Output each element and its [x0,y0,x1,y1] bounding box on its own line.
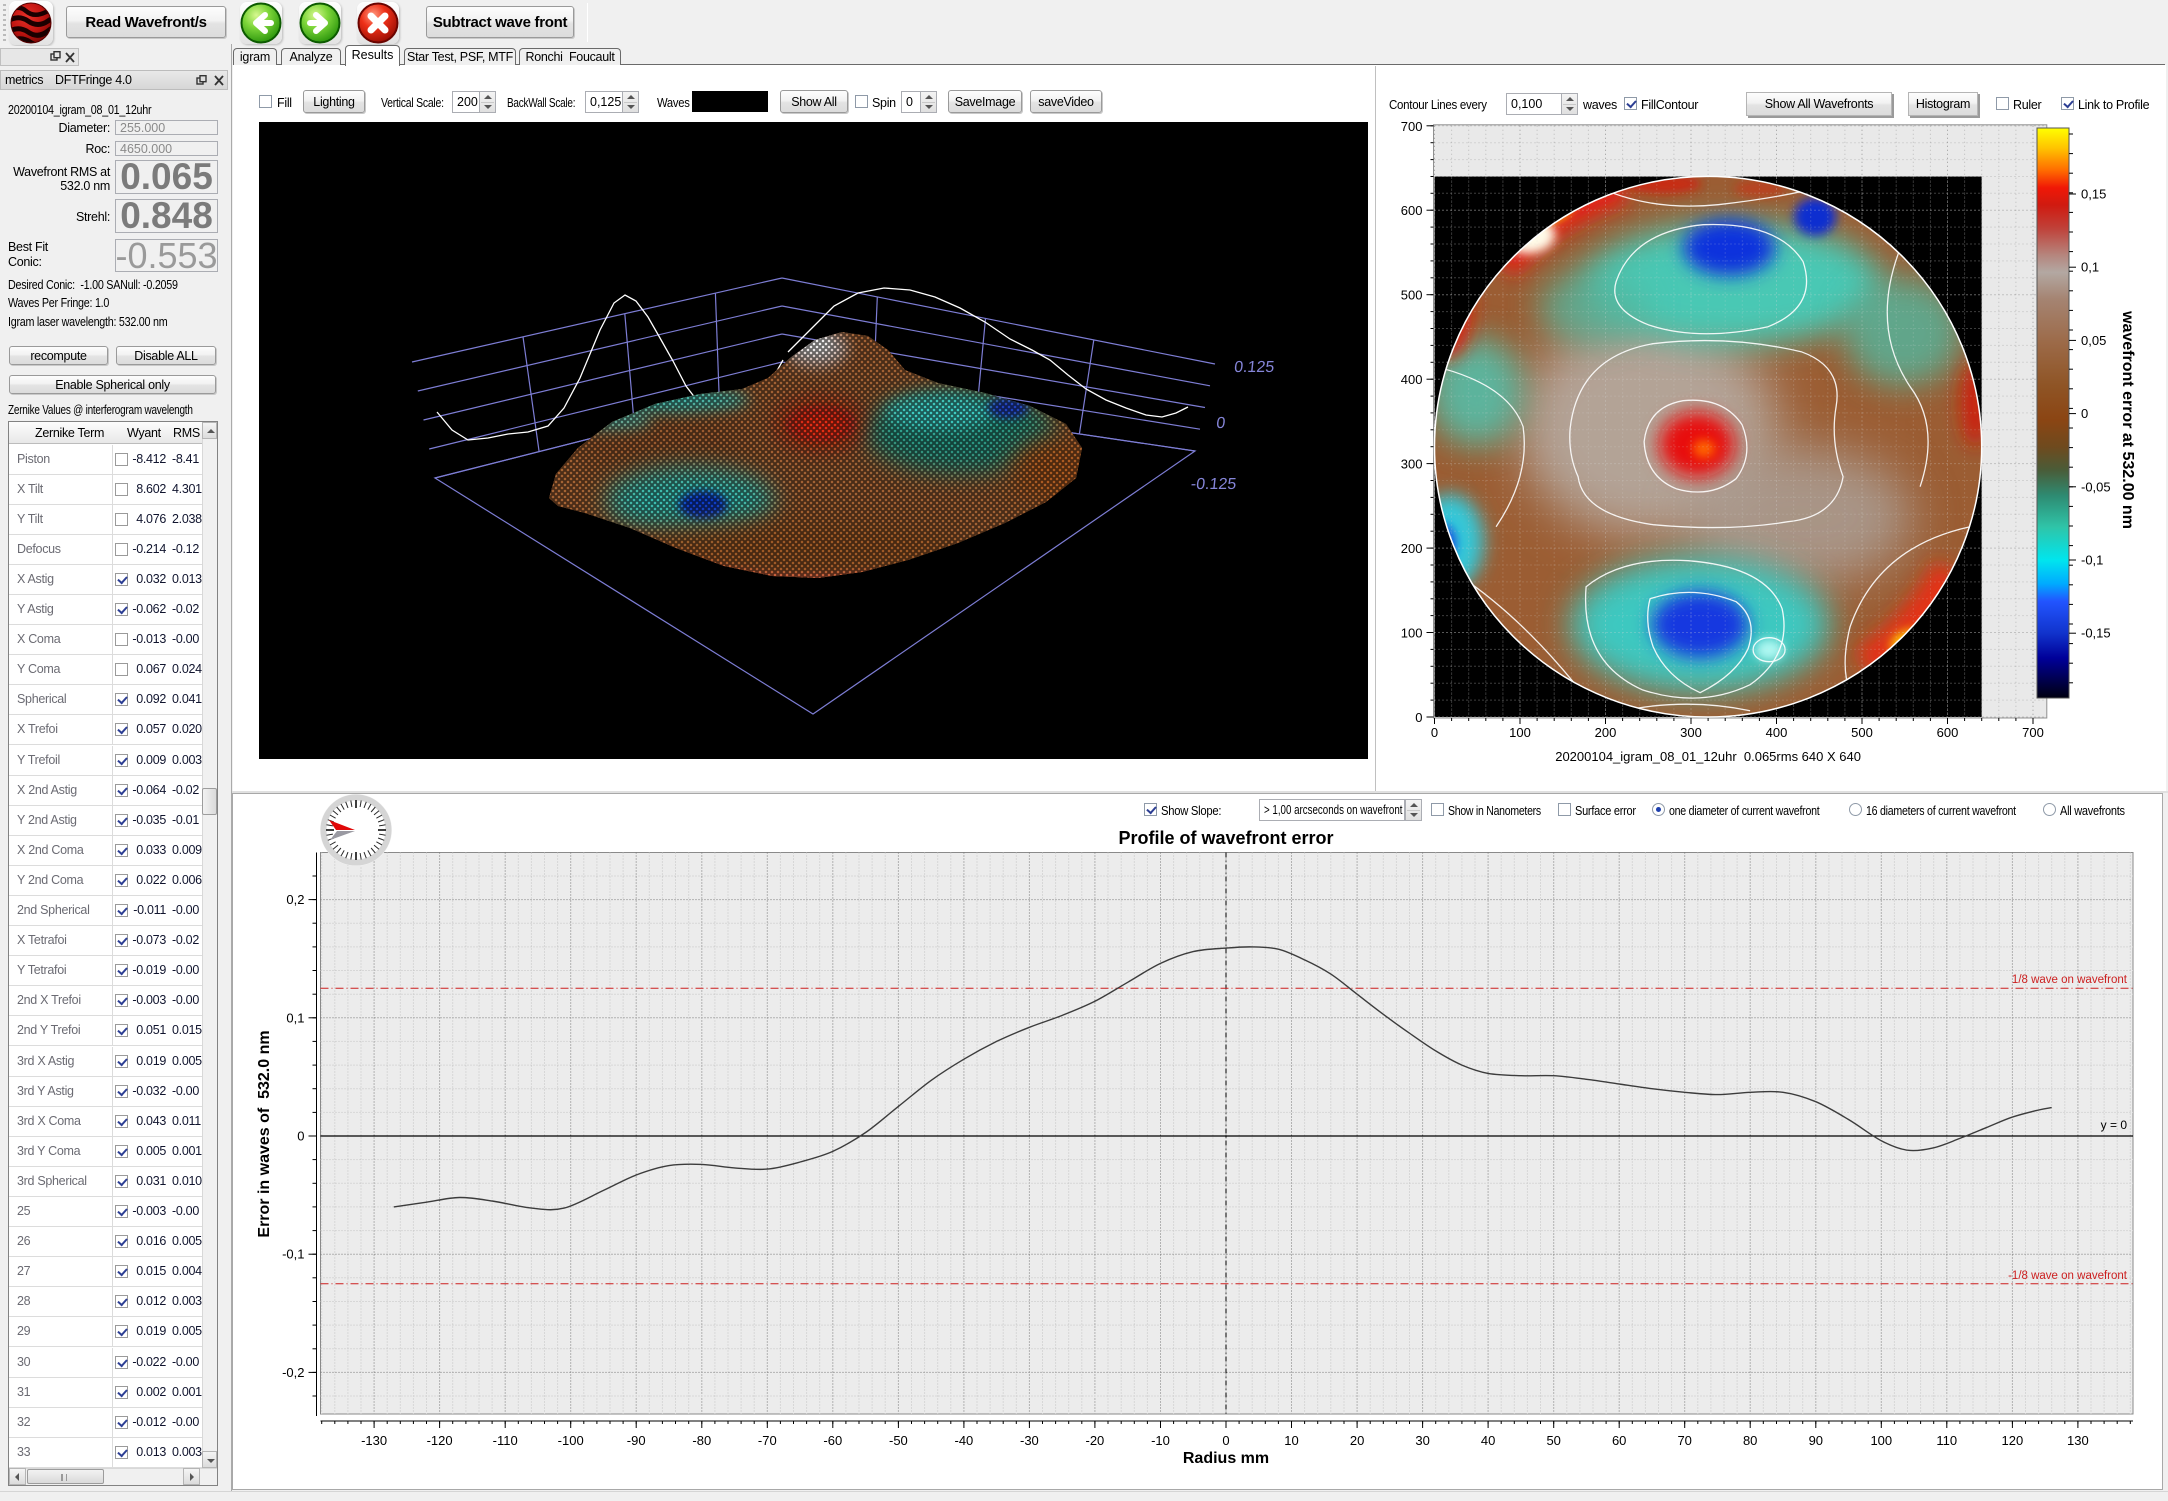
svg-text:-130: -130 [361,1433,387,1448]
svg-text:60: 60 [1612,1433,1626,1448]
svg-text:Profile of wavefront error: Profile of wavefront error [1118,828,1333,848]
svg-text:-30: -30 [1020,1433,1039,1448]
svg-text:100: 100 [1870,1433,1892,1448]
svg-text:400: 400 [1766,725,1788,740]
svg-text:-10: -10 [1151,1433,1170,1448]
svg-text:-40: -40 [955,1433,974,1448]
svg-text:120: 120 [2002,1433,2024,1448]
svg-text:130: 130 [2067,1433,2089,1448]
svg-text:50: 50 [1546,1433,1560,1448]
svg-text:500: 500 [1401,288,1423,303]
svg-text:-0,1: -0,1 [2081,553,2103,568]
svg-text:-50: -50 [889,1433,908,1448]
svg-text:0: 0 [297,1129,304,1144]
svg-text:wavefront error at 532.00 nm: wavefront error at 532.00 nm [2119,310,2136,529]
svg-text:300: 300 [1680,725,1702,740]
svg-text:700: 700 [2022,725,2044,740]
svg-text:40: 40 [1481,1433,1495,1448]
svg-text:0,15: 0,15 [2081,187,2106,202]
svg-text:-0,1: -0,1 [282,1247,304,1262]
svg-text:100: 100 [1509,725,1531,740]
svg-text:200: 200 [1401,541,1423,556]
svg-text:10: 10 [1284,1433,1298,1448]
svg-text:0: 0 [2081,406,2088,421]
svg-text:600: 600 [1401,203,1423,218]
svg-text:0: 0 [1222,1433,1229,1448]
svg-text:y = 0: y = 0 [2101,1118,2128,1132]
svg-text:-20: -20 [1086,1433,1105,1448]
svg-text:-0.125: -0.125 [1190,475,1237,493]
svg-text:-70: -70 [758,1433,777,1448]
svg-text:-100: -100 [558,1433,584,1448]
svg-text:300: 300 [1401,457,1423,472]
svg-text:-1/8 wave on wavefront: -1/8 wave on wavefront [2008,1270,2128,1282]
svg-text:-110: -110 [493,1433,518,1448]
svg-text:20: 20 [1350,1433,1364,1448]
svg-text:-0,05: -0,05 [2081,479,2111,494]
svg-text:110: 110 [1936,1433,1957,1448]
svg-text:200: 200 [1595,725,1617,740]
svg-text:0: 0 [1431,725,1438,740]
svg-text:80: 80 [1743,1433,1757,1448]
svg-text:Radius mm: Radius mm [1183,1450,1269,1467]
svg-text:1/8 wave on wavefront: 1/8 wave on wavefront [2012,974,2128,986]
svg-text:600: 600 [1937,725,1959,740]
svg-text:0,1: 0,1 [2081,260,2099,275]
svg-text:500: 500 [1851,725,1873,740]
svg-text:30: 30 [1415,1433,1429,1448]
svg-text:90: 90 [1809,1433,1823,1448]
svg-text:100: 100 [1401,626,1423,641]
svg-text:Error in waves of 532.0 nm: Error in waves of 532.0 nm [256,1030,273,1237]
svg-text:20200104_igram_08_01_12uhr 0.: 20200104_igram_08_01_12uhr 0.065rms 640 … [1555,749,1861,764]
svg-text:700: 700 [1401,120,1423,134]
svg-text:-0,2: -0,2 [282,1365,304,1380]
svg-text:-80: -80 [692,1433,711,1448]
svg-text:0,05: 0,05 [2081,333,2106,348]
svg-text:-90: -90 [627,1433,646,1448]
svg-text:0.125: 0.125 [1233,358,1275,376]
svg-text:-60: -60 [823,1433,842,1448]
svg-text:0,1: 0,1 [286,1010,304,1025]
svg-text:-0,15: -0,15 [2081,626,2111,641]
svg-text:70: 70 [1677,1433,1691,1448]
svg-text:0: 0 [1415,710,1422,725]
svg-text:400: 400 [1401,372,1423,387]
svg-text:-120: -120 [427,1433,453,1448]
svg-text:0,2: 0,2 [286,892,304,907]
